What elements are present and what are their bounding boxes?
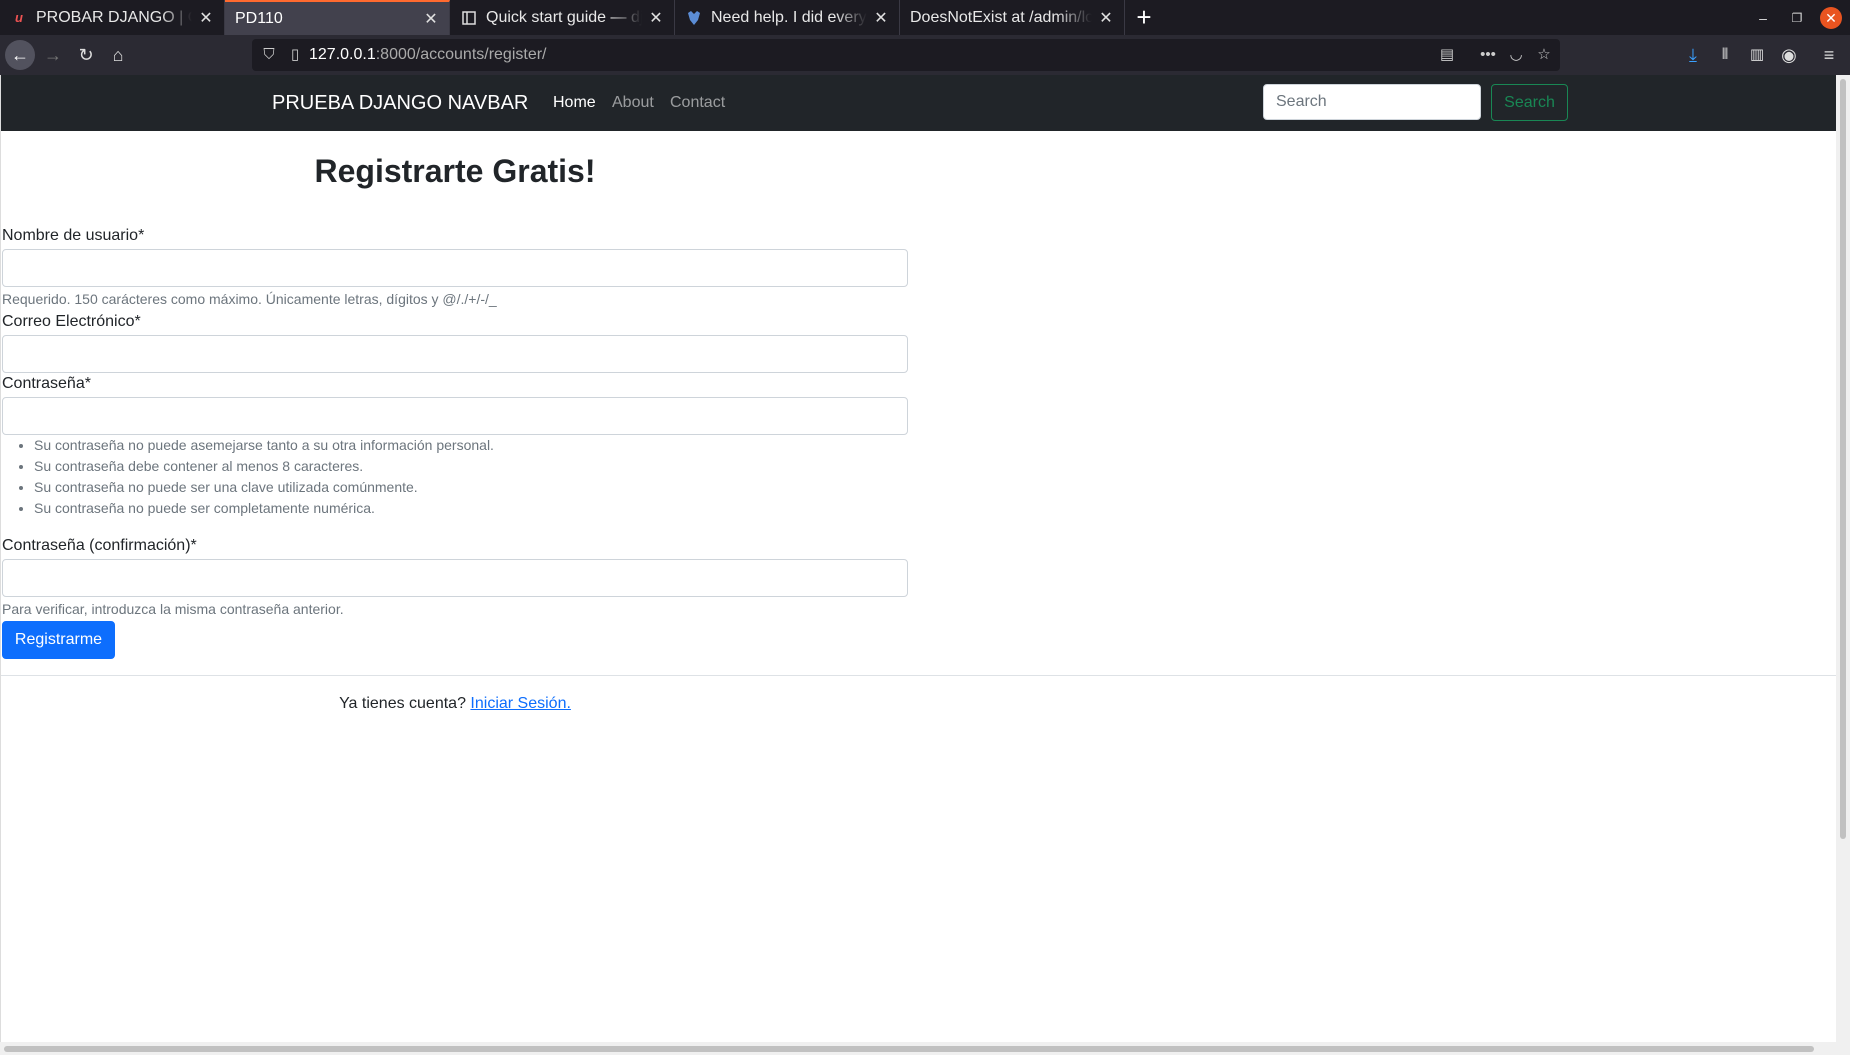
password-rule: Su contraseña no puede ser completamente…	[34, 498, 494, 519]
home-icon[interactable]: ⌂	[103, 40, 133, 70]
login-link[interactable]: Iniciar Sesión.	[470, 695, 571, 712]
username-help-text: Requerido. 150 carácteres como máximo. Ú…	[2, 291, 497, 307]
more-actions-icon[interactable]: •••	[1477, 39, 1499, 71]
close-tab-icon[interactable]: ✕	[198, 8, 214, 28]
password-confirm-field[interactable]	[2, 559, 908, 597]
close-tab-icon[interactable]: ✕	[423, 9, 439, 29]
navbar-brand[interactable]: PRUEBA DJANGO NAVBAR	[272, 75, 528, 131]
tab-title: Quick start guide — django	[486, 8, 642, 26]
shield-icon[interactable]: ⛉	[258, 39, 280, 71]
reader-view-icon[interactable]: ▤	[1436, 39, 1458, 71]
close-tab-icon[interactable]: ✕	[648, 8, 664, 28]
forward-arrow-icon[interactable]: →	[38, 40, 68, 70]
browser-tab[interactable]: u PROBAR DJANGO | Crear ✕	[0, 0, 225, 35]
browser-tab[interactable]: Need help. I did everything ✕	[675, 0, 900, 35]
menu-icon[interactable]: ≡	[1814, 40, 1844, 70]
docs-icon	[460, 9, 478, 27]
password-rule: Su contraseña no puede ser una clave uti…	[34, 477, 494, 498]
password-label: Contraseña*	[2, 375, 91, 392]
horizontal-scrollbar[interactable]	[0, 1042, 1850, 1055]
browser-toolbar: ← → ↻ ⌂ ⛉ ▯ 127.0.0.1:8000/accounts/regi…	[0, 35, 1850, 75]
divider	[1, 675, 1837, 676]
username-field[interactable]	[2, 249, 908, 287]
password-rules-list: Su contraseña no puede asemejarse tanto …	[1, 435, 494, 519]
email-field[interactable]	[2, 335, 908, 373]
download-icon[interactable]: ⤓	[1678, 40, 1708, 70]
search-button[interactable]: Search	[1491, 84, 1568, 121]
username-label: Nombre de usuario*	[2, 227, 145, 244]
udemy-icon: u	[15, 10, 23, 25]
email-label: Correo Electrónico*	[2, 313, 141, 330]
browser-tab[interactable]: DoesNotExist at /admin/login ✕	[900, 0, 1125, 35]
address-bar[interactable]: ⛉ ▯ 127.0.0.1:8000/accounts/register/ ▤ …	[252, 39, 1560, 71]
password-rule: Su contraseña no puede asemejarse tanto …	[34, 435, 494, 456]
password-confirm-label: Contraseña (confirmación)*	[2, 537, 197, 554]
browser-tab-bar: u PROBAR DJANGO | Crear ✕ PD110 ✕ Quick …	[0, 0, 1850, 35]
sidebar-icon[interactable]: ▥	[1742, 40, 1772, 70]
browser-tab-active[interactable]: PD110 ✕	[225, 0, 450, 35]
account-icon[interactable]: ◉	[1774, 40, 1804, 70]
page-title: Registrarte Gratis!	[314, 153, 596, 189]
minimize-icon[interactable]: –	[1751, 6, 1775, 30]
login-prompt: Ya tienes cuenta? Iniciar Sesión.	[1, 695, 909, 713]
tab-title: PD110	[235, 9, 283, 27]
nav-link-home[interactable]: Home	[553, 75, 596, 131]
vertical-scrollbar[interactable]	[1836, 75, 1850, 1042]
tab-title: DoesNotExist at /admin/login	[910, 8, 1092, 26]
close-window-icon[interactable]: ✕	[1820, 7, 1842, 29]
url-path: :8000/accounts/register/	[375, 46, 547, 63]
url-text[interactable]: 127.0.0.1:8000/accounts/register/	[309, 39, 547, 71]
page-icon[interactable]: ▯	[284, 39, 306, 71]
password-confirm-help-text: Para verificar, introduzca la misma cont…	[2, 601, 344, 617]
tab-title: Need help. I did everything	[711, 8, 867, 26]
pocket-icon[interactable]: ◡	[1505, 39, 1527, 71]
password-rule: Su contraseña debe contener al menos 8 c…	[34, 456, 494, 477]
library-icon[interactable]: ⫴	[1710, 40, 1740, 70]
tab-title: PROBAR DJANGO | Crear	[36, 8, 192, 26]
login-prompt-text: Ya tienes cuenta?	[339, 695, 466, 712]
close-tab-icon[interactable]: ✕	[1098, 8, 1114, 28]
close-tab-icon[interactable]: ✕	[873, 8, 889, 28]
restore-icon[interactable]: ❐	[1785, 6, 1809, 30]
scrollbar-thumb[interactable]	[1840, 79, 1846, 839]
back-arrow-icon[interactable]: ←	[5, 40, 35, 70]
register-button[interactable]: Registrarme	[2, 621, 115, 659]
new-tab-button[interactable]: +	[1129, 2, 1159, 32]
search-input[interactable]	[1263, 84, 1481, 120]
url-host: 127.0.0.1	[309, 46, 376, 63]
reload-icon[interactable]: ↻	[71, 40, 101, 70]
password-field[interactable]	[2, 397, 908, 435]
page-content: PRUEBA DJANGO NAVBAR Home About Contact …	[0, 75, 1837, 1042]
scrollbar-thumb[interactable]	[4, 1046, 1814, 1052]
nav-link-contact[interactable]: Contact	[670, 75, 725, 131]
nav-link-about[interactable]: About	[612, 75, 654, 131]
browser-tab[interactable]: Quick start guide — django ✕	[450, 0, 675, 35]
forum-icon	[685, 9, 703, 27]
bookmark-star-icon[interactable]: ☆	[1533, 39, 1555, 71]
site-navbar: PRUEBA DJANGO NAVBAR Home About Contact …	[1, 75, 1837, 131]
